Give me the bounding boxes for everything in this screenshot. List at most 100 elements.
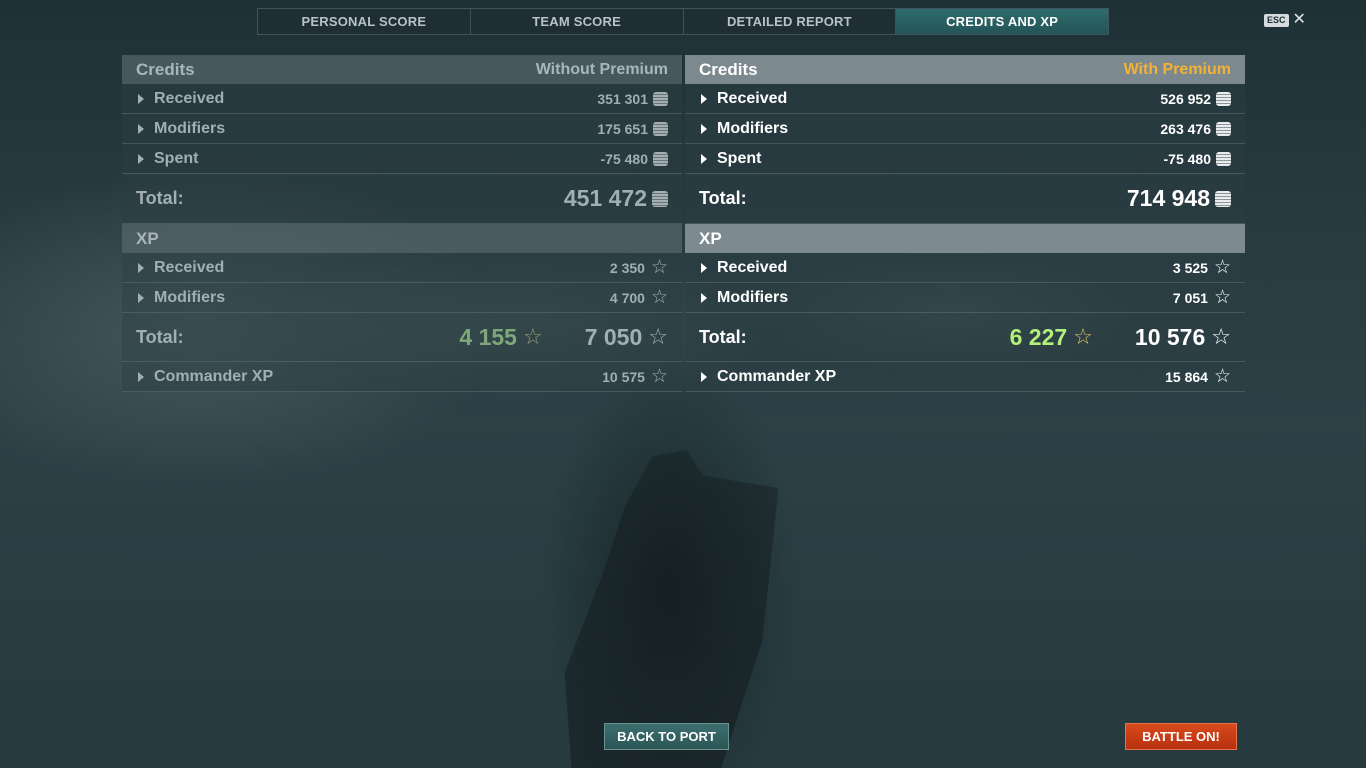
free-xp-total-value: 6 227: [1009, 323, 1068, 350]
panel-with-premium: Credits With Premium Received 526 952 Mo…: [685, 55, 1245, 392]
credits-received-row[interactable]: Received 351 301: [122, 84, 682, 114]
panel-without-premium: Credits Without Premium Received 351 301…: [122, 55, 682, 392]
credits-received-row[interactable]: Received 526 952: [685, 84, 1245, 114]
free-xp-star-icon: ☆: [522, 324, 543, 349]
xp-received-row[interactable]: Received 3 525 ☆: [685, 253, 1245, 283]
credits-modifiers-row[interactable]: Modifiers 175 651: [122, 114, 682, 144]
expand-arrow-icon[interactable]: [138, 292, 144, 303]
credits-total-value: 714 948: [1126, 185, 1210, 211]
row-label: Modifiers: [154, 288, 226, 306]
close-icon[interactable]: ✕: [1293, 12, 1306, 28]
xp-title: XP: [699, 228, 722, 248]
commander-xp-row[interactable]: Commander XP 10 575 ☆: [122, 362, 682, 392]
free-xp-total-value: 4 155: [459, 323, 517, 350]
credits-spent-row[interactable]: Spent -75 480: [685, 144, 1245, 174]
expand-arrow-icon[interactable]: [701, 123, 707, 134]
credits-coin-icon: [653, 151, 668, 166]
expand-arrow-icon[interactable]: [701, 153, 707, 164]
credits-total-row: Total: 714 948: [685, 174, 1245, 224]
row-label: Modifiers: [717, 119, 789, 137]
expand-arrow-icon[interactable]: [138, 93, 144, 104]
credits-coin-icon: [1216, 121, 1231, 136]
free-xp-star-icon: ☆: [1073, 324, 1093, 349]
row-label: Received: [154, 89, 225, 107]
xp-header: XP: [685, 224, 1245, 253]
xp-star-icon: ☆: [650, 365, 668, 387]
row-value: 7 051: [1172, 289, 1208, 306]
total-label: Total:: [136, 188, 184, 208]
row-label: Commander XP: [154, 367, 274, 385]
row-value: 175 651: [597, 120, 648, 137]
row-value: 3 525: [1172, 259, 1208, 276]
row-value: -75 480: [600, 150, 648, 167]
row-value: 526 952: [1160, 90, 1211, 107]
row-value: 15 864: [1165, 368, 1208, 385]
credits-coin-icon: [653, 121, 668, 136]
credits-total-value: 451 472: [563, 185, 647, 211]
credits-modifiers-row[interactable]: Modifiers 263 476: [685, 114, 1245, 144]
credits-spent-row[interactable]: Spent -75 480: [122, 144, 682, 174]
credits-total-row: Total: 451 472: [122, 174, 682, 224]
row-label: Received: [154, 258, 225, 276]
tab-team-score[interactable]: TEAM SCORE: [471, 9, 684, 34]
xp-total-row: Total: 6 227 ☆ 10 576 ☆: [685, 313, 1245, 362]
expand-arrow-icon[interactable]: [701, 371, 707, 382]
xp-star-icon: ☆: [1211, 324, 1231, 349]
expand-arrow-icon[interactable]: [138, 262, 144, 273]
credits-title: Credits: [699, 59, 758, 79]
credits-coin-icon: [652, 190, 668, 207]
row-value: -75 480: [1163, 150, 1211, 167]
credits-coin-icon: [1215, 190, 1231, 207]
expand-arrow-icon[interactable]: [138, 153, 144, 164]
xp-star-icon: ☆: [648, 324, 668, 349]
expand-arrow-icon[interactable]: [701, 93, 707, 104]
xp-title: XP: [136, 228, 159, 248]
row-label: Received: [717, 258, 788, 276]
row-label: Spent: [717, 149, 762, 167]
esc-close-button[interactable]: ESC ✕: [1264, 12, 1306, 28]
xp-modifiers-row[interactable]: Modifiers 7 051 ☆: [685, 283, 1245, 313]
credits-coin-icon: [1216, 91, 1231, 106]
row-label: Modifiers: [154, 119, 226, 137]
tab-bar: PERSONAL SCORE TEAM SCORE DETAILED REPOR…: [257, 8, 1109, 35]
total-label: Total:: [136, 326, 184, 347]
xp-star-icon: ☆: [650, 256, 668, 278]
xp-header: XP: [122, 224, 682, 253]
xp-modifiers-row[interactable]: Modifiers 4 700 ☆: [122, 283, 682, 313]
xp-star-icon: ☆: [1213, 365, 1231, 387]
tab-personal-score[interactable]: PERSONAL SCORE: [258, 9, 471, 34]
row-label: Commander XP: [717, 367, 837, 385]
expand-arrow-icon[interactable]: [138, 371, 144, 382]
row-value: 351 301: [597, 90, 648, 107]
expand-arrow-icon[interactable]: [701, 262, 707, 273]
tab-detailed-report[interactable]: DETAILED REPORT: [684, 9, 897, 34]
row-label: Spent: [154, 149, 199, 167]
row-label: Modifiers: [717, 288, 789, 306]
tab-credits-and-xp[interactable]: CREDITS AND XP: [896, 9, 1108, 34]
credits-title: Credits: [136, 59, 195, 79]
battle-on-button[interactable]: BATTLE ON!: [1125, 723, 1237, 750]
expand-arrow-icon[interactable]: [138, 123, 144, 134]
credits-coin-icon: [653, 91, 668, 106]
credits-coin-icon: [1216, 151, 1231, 166]
back-to-port-button[interactable]: BACK TO PORT: [604, 723, 729, 750]
credits-header: Credits Without Premium: [122, 55, 682, 84]
xp-star-icon: ☆: [650, 286, 668, 308]
row-value: 2 350: [609, 259, 645, 276]
row-value: 263 476: [1160, 120, 1211, 137]
row-label: Received: [717, 89, 788, 107]
total-label: Total:: [699, 188, 747, 208]
xp-received-row[interactable]: Received 2 350 ☆: [122, 253, 682, 283]
credits-header: Credits With Premium: [685, 55, 1245, 84]
row-value: 4 700: [609, 289, 645, 306]
xp-total-row: Total: 4 155 ☆ 7 050 ☆: [122, 313, 682, 362]
xp-total-value: 10 576: [1134, 323, 1206, 350]
xp-star-icon: ☆: [1213, 256, 1231, 278]
esc-key-label: ESC: [1264, 13, 1289, 27]
with-premium-label: With Premium: [1123, 60, 1231, 78]
expand-arrow-icon[interactable]: [701, 292, 707, 303]
total-label: Total:: [699, 326, 747, 347]
xp-star-icon: ☆: [1213, 286, 1231, 308]
xp-total-value: 7 050: [584, 323, 643, 350]
commander-xp-row[interactable]: Commander XP 15 864 ☆: [685, 362, 1245, 392]
